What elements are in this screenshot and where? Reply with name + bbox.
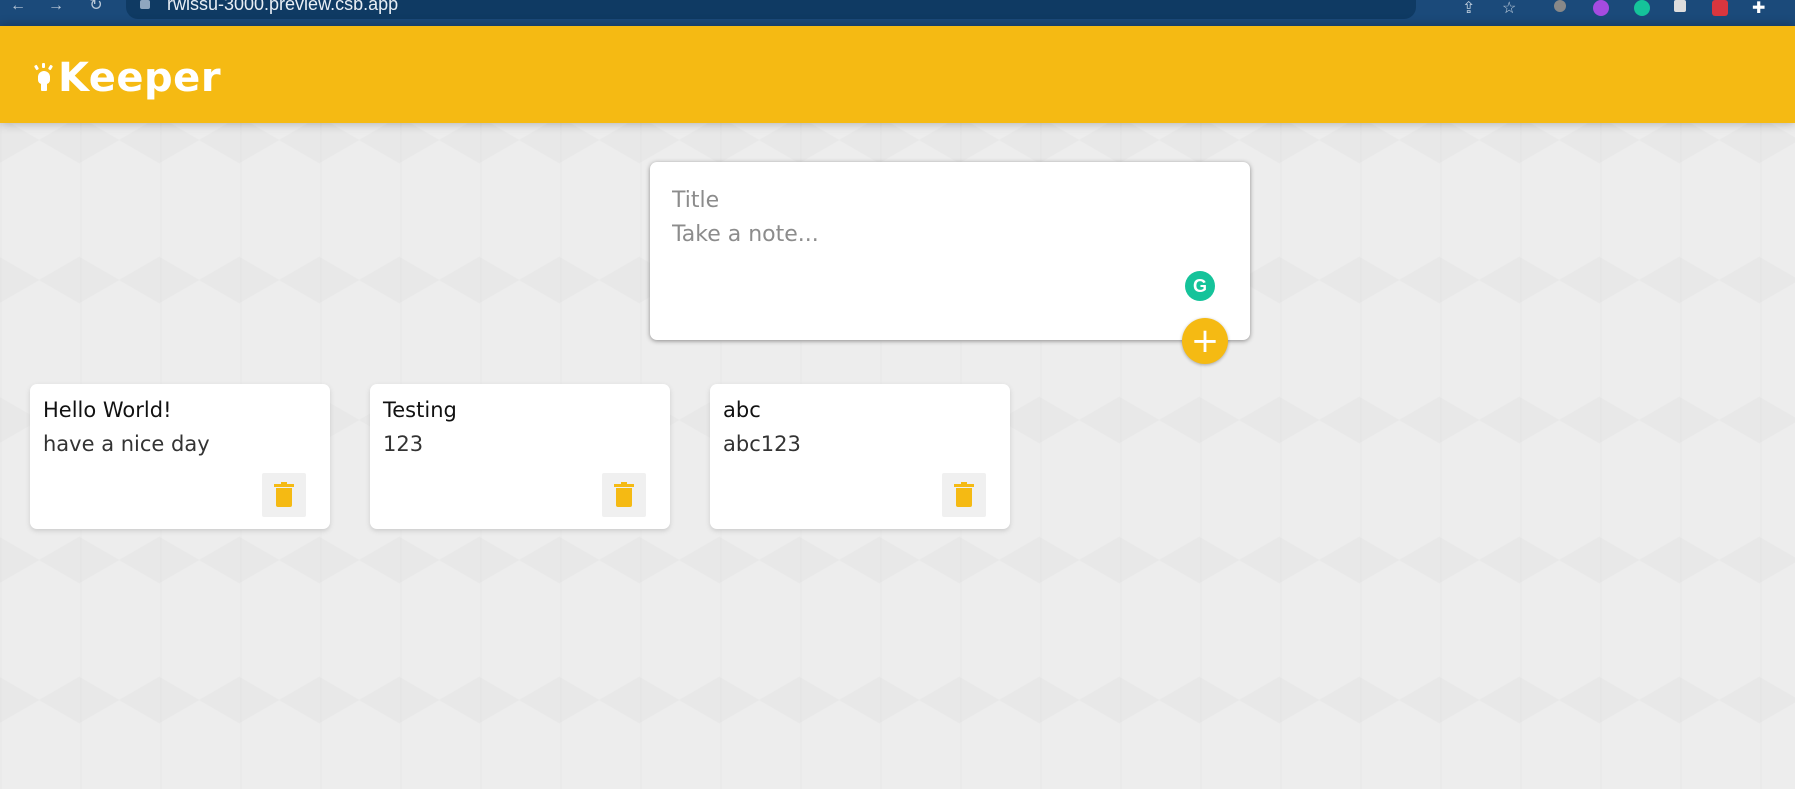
puzzle-icon[interactable]: ✚ [1752,0,1765,18]
logo-text: Keeper [58,55,222,101]
trash-icon [274,482,294,508]
note-title: Testing [383,398,457,422]
note-content-input[interactable] [672,222,1212,282]
extension-icon[interactable] [1554,0,1566,12]
note-content: abc123 [723,432,801,456]
note-card: abc abc123 [710,384,1010,529]
grammarly-icon[interactable]: G [1185,271,1215,301]
star-icon[interactable]: ☆ [1502,0,1516,18]
forward-icon[interactable]: → [46,0,66,16]
trash-icon [614,482,634,508]
lock-icon[interactable] [140,0,150,9]
note-card: Testing 123 [370,384,670,529]
grammarly-extension-icon[interactable] [1634,0,1650,16]
note-content: have a nice day [43,432,210,456]
note-title: Hello World! [43,398,172,422]
back-icon[interactable]: ← [8,0,28,16]
add-note-button[interactable]: + [1182,318,1228,364]
note-card: Hello World! have a nice day [30,384,330,529]
note-title: abc [723,398,761,422]
delete-button[interactable] [942,473,986,517]
logo: Keeper [33,55,222,101]
delete-button[interactable] [602,473,646,517]
url-text[interactable]: rwlssu-3000.preview.csb.app [167,0,398,15]
lightbulb-icon [33,63,54,93]
note-content: 123 [383,432,424,456]
extension-icon[interactable] [1674,0,1686,12]
extension-icon[interactable] [1593,0,1609,16]
create-note-form: G [650,162,1250,340]
reload-icon[interactable]: ↻ [86,0,106,16]
share-icon[interactable]: ⇪ [1462,0,1475,18]
extension-icon[interactable] [1712,0,1728,16]
title-input[interactable] [672,184,1212,216]
browser-toolbar: ← → ↻ rwlssu-3000.preview.csb.app ⇪ ☆ ✚ [0,0,1795,26]
delete-button[interactable] [262,473,306,517]
trash-icon [954,482,974,508]
app-header: Keeper [0,26,1795,123]
